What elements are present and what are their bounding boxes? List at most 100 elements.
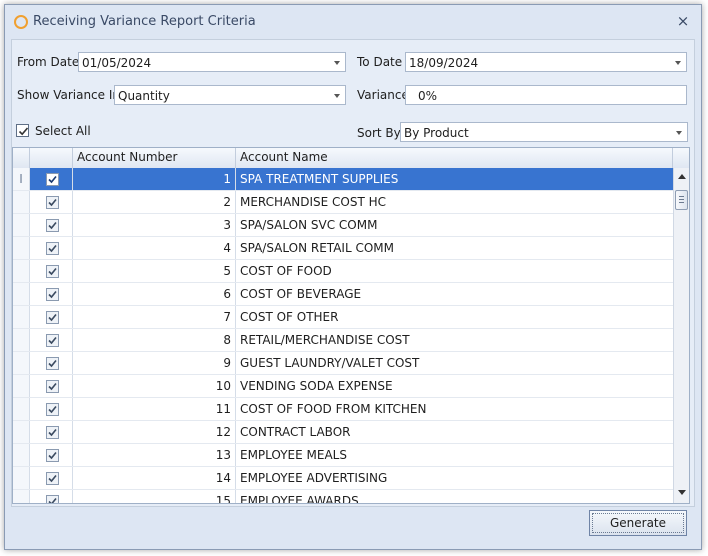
row-indicator [13,490,30,503]
chevron-down-icon[interactable] [334,94,340,98]
row-indicator [13,352,30,374]
generate-button[interactable]: Generate [589,510,687,536]
row-checkbox[interactable] [46,495,59,503]
account-name-cell[interactable]: COST OF OTHER [236,306,673,328]
from-date-field[interactable]: 01/05/2024 [78,52,346,72]
table-row[interactable]: 5 COST OF FOOD [13,260,673,283]
row-checkbox[interactable] [46,449,59,462]
table-row[interactable]: 2 MERCHANDISE COST HC [13,191,673,214]
account-name-cell[interactable]: EMPLOYEE MEALS [236,444,673,466]
row-indicator [13,329,30,351]
table-row[interactable]: 14 EMPLOYEE ADVERTISING [13,467,673,490]
check-icon [48,428,57,437]
table-row[interactable]: 10 VENDING SODA EXPENSE [13,375,673,398]
account-name-cell[interactable]: EMPLOYEE AWARDS [236,490,673,503]
account-name-cell[interactable]: COST OF BEVERAGE [236,283,673,305]
column-header-account-name[interactable]: Account Name [236,148,673,168]
row-checkbox[interactable] [46,472,59,485]
column-header-account-number[interactable]: Account Number [73,148,236,168]
account-name-cell[interactable]: SPA/SALON RETAIL COMM [236,237,673,259]
row-checkbox[interactable] [46,334,59,347]
vertical-scrollbar[interactable] [673,168,689,503]
table-row[interactable]: 6 COST OF BEVERAGE [13,283,673,306]
to-date-value: 18/09/2024 [409,56,479,70]
chevron-down-icon[interactable] [334,61,340,65]
account-number-cell[interactable]: 6 [73,283,236,305]
account-number-cell[interactable]: 8 [73,329,236,351]
table-row[interactable]: 8 RETAIL/MERCHANDISE COST [13,329,673,352]
row-checkbox[interactable] [46,219,59,232]
table-row[interactable]: I 1 SPA TREATMENT SUPPLIES [13,168,673,191]
row-checkbox[interactable] [46,265,59,278]
row-checkbox[interactable] [46,242,59,255]
table-row[interactable]: 15 EMPLOYEE AWARDS [13,490,673,503]
account-number-cell[interactable]: 12 [73,421,236,443]
row-checkbox[interactable] [46,311,59,324]
row-indicator: I [13,168,30,190]
sort-by-select[interactable]: By Product [400,122,688,142]
account-number-cell[interactable]: 7 [73,306,236,328]
account-number-cell[interactable]: 5 [73,260,236,282]
row-checkbox[interactable] [46,357,59,370]
row-checkbox[interactable] [46,288,59,301]
to-date-field[interactable]: 18/09/2024 [405,52,687,72]
window-title: Receiving Variance Report Criteria [33,14,256,29]
check-icon [18,127,29,136]
row-checkbox[interactable] [46,173,59,186]
header-check-cell[interactable] [30,148,73,168]
account-name-cell[interactable]: RETAIL/MERCHANDISE COST [236,329,673,351]
table-row[interactable]: 4 SPA/SALON RETAIL COMM [13,237,673,260]
scroll-thumb[interactable] [675,190,688,210]
account-name-cell[interactable]: VENDING SODA EXPENSE [236,375,673,397]
account-number-cell[interactable]: 11 [73,398,236,420]
check-icon [48,405,57,414]
chevron-down-icon[interactable] [675,61,681,65]
select-all-checkbox[interactable] [16,124,29,137]
grip-line [679,199,684,200]
account-number-cell[interactable]: 14 [73,467,236,489]
check-icon [48,359,57,368]
scroll-down-arrow-icon[interactable] [678,490,686,495]
account-number-cell[interactable]: 10 [73,375,236,397]
account-name-cell[interactable]: MERCHANDISE COST HC [236,191,673,213]
account-number-cell[interactable]: 1 [73,168,236,190]
from-date-label: From Date [17,55,80,69]
account-number-cell[interactable]: 2 [73,191,236,213]
account-number-cell[interactable]: 4 [73,237,236,259]
table-row[interactable]: 7 COST OF OTHER [13,306,673,329]
account-name-cell[interactable]: CONTRACT LABOR [236,421,673,443]
variance-label: Variance [357,88,409,102]
row-checkbox[interactable] [46,380,59,393]
account-name-cell[interactable]: SPA/SALON SVC COMM [236,214,673,236]
table-row[interactable]: 9 GUEST LAUNDRY/VALET COST [13,352,673,375]
chevron-down-icon[interactable] [676,131,682,135]
check-icon [48,290,57,299]
check-icon [48,175,57,184]
check-icon [48,451,57,460]
variance-input[interactable]: 0% [405,85,687,105]
account-number-cell[interactable]: 13 [73,444,236,466]
select-all-label: Select All [35,124,91,138]
scroll-up-arrow-icon[interactable] [678,174,686,179]
account-name-cell[interactable]: COST OF FOOD FROM KITCHEN [236,398,673,420]
table-row[interactable]: 13 EMPLOYEE MEALS [13,444,673,467]
account-name-cell[interactable]: SPA TREATMENT SUPPLIES [236,168,673,190]
table-row[interactable]: 12 CONTRACT LABOR [13,421,673,444]
account-name-cell[interactable]: GUEST LAUNDRY/VALET COST [236,352,673,374]
row-checkbox[interactable] [46,403,59,416]
account-name-cell[interactable]: EMPLOYEE ADVERTISING [236,467,673,489]
account-number-cell[interactable]: 9 [73,352,236,374]
table-row[interactable]: 3 SPA/SALON SVC COMM [13,214,673,237]
grid-header: Account Number Account Name [13,148,689,169]
account-number-cell[interactable]: 3 [73,214,236,236]
sort-by-value: By Product [404,126,469,140]
account-name-cell[interactable]: COST OF FOOD [236,260,673,282]
table-row[interactable]: 11 COST OF FOOD FROM KITCHEN [13,398,673,421]
row-checkbox[interactable] [46,426,59,439]
show-variance-select[interactable]: Quantity [114,85,346,105]
app-circle-icon [14,15,28,29]
row-checkbox[interactable] [46,196,59,209]
close-button[interactable]: × [673,11,693,31]
account-number-cell[interactable]: 15 [73,490,236,503]
check-icon [48,267,57,276]
